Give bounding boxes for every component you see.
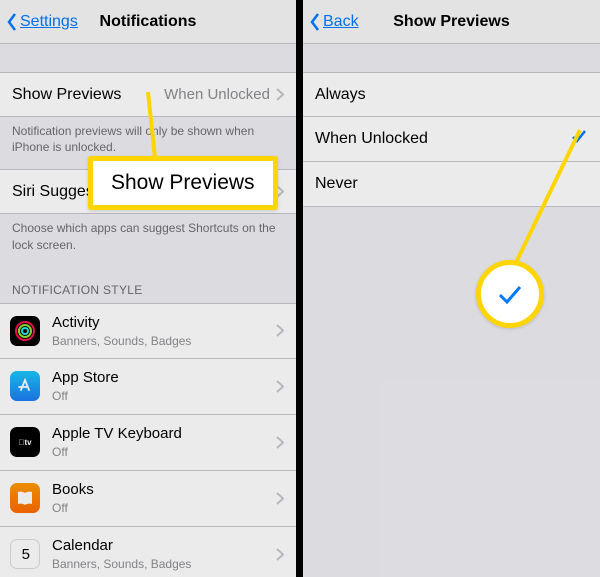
app-name: Activity xyxy=(52,314,276,332)
appletv-icon: tv xyxy=(10,427,40,457)
app-list: Activity Banners, Sounds, Badges App Store… xyxy=(0,303,296,577)
back-button[interactable]: Settings xyxy=(6,0,78,44)
chevron-right-icon xyxy=(276,88,284,101)
row-value: When Unlocked xyxy=(164,86,270,103)
chevron-right-icon xyxy=(276,324,284,337)
app-name: Books xyxy=(52,481,276,499)
chevron-right-icon xyxy=(276,436,284,449)
options-list: Always When Unlocked Never xyxy=(303,72,600,207)
row-label: Show Previews xyxy=(12,86,164,104)
app-row[interactable]: App Store Off xyxy=(0,359,296,415)
app-sub: Banners, Sounds, Badges xyxy=(52,334,276,348)
books-icon xyxy=(10,483,40,513)
chevron-right-icon xyxy=(276,492,284,505)
back-label: Back xyxy=(323,13,359,31)
nav-bar: Settings Notifications xyxy=(0,0,296,44)
appstore-icon xyxy=(10,371,40,401)
chevron-left-icon xyxy=(6,12,18,32)
app-row[interactable]: 5 Calendar Banners, Sounds, Badges xyxy=(0,527,296,577)
option-label: Always xyxy=(315,86,588,104)
chevron-right-icon xyxy=(276,380,284,393)
check-icon xyxy=(495,279,525,309)
app-row[interactable]: Books Off xyxy=(0,471,296,527)
notification-style-header: NOTIFICATION STYLE xyxy=(0,267,296,303)
option-label: Never xyxy=(315,175,588,193)
app-sub: Banners, Sounds, Badges xyxy=(52,557,276,571)
activity-icon xyxy=(10,316,40,346)
page-title: Notifications xyxy=(100,13,197,31)
preview-option[interactable]: Never xyxy=(303,162,600,207)
back-label: Settings xyxy=(20,13,78,31)
nav-bar: Back Show Previews xyxy=(303,0,600,44)
chevron-left-icon xyxy=(309,12,321,32)
callout-checkmark xyxy=(476,260,544,328)
calendar-icon: 5 xyxy=(10,539,40,569)
back-button[interactable]: Back xyxy=(309,0,359,44)
option-label: When Unlocked xyxy=(315,130,570,148)
app-name: Calendar xyxy=(52,537,276,555)
app-name: Apple TV Keyboard xyxy=(52,425,276,443)
page-title: Show Previews xyxy=(393,13,510,31)
app-row[interactable]: Activity Banners, Sounds, Badges xyxy=(0,303,296,359)
preview-option[interactable]: Always xyxy=(303,72,600,117)
notifications-screen: Settings Notifications Show Previews Whe… xyxy=(0,0,296,577)
app-name: App Store xyxy=(52,369,276,387)
preview-option[interactable]: When Unlocked xyxy=(303,117,600,162)
app-sub: Off xyxy=(52,389,276,403)
app-sub: Off xyxy=(52,501,276,515)
callout-show-previews: Show Previews xyxy=(88,156,278,210)
show-previews-screen: Back Show Previews Always When Unlocked Ne… xyxy=(303,0,600,577)
app-row[interactable]: tv Apple TV Keyboard Off xyxy=(0,415,296,471)
show-previews-row[interactable]: Show Previews When Unlocked xyxy=(0,72,296,117)
siri-footer: Choose which apps can suggest Shortcuts … xyxy=(0,214,296,266)
check-icon xyxy=(570,127,588,151)
app-sub: Off xyxy=(52,445,276,459)
chevron-right-icon xyxy=(276,548,284,561)
